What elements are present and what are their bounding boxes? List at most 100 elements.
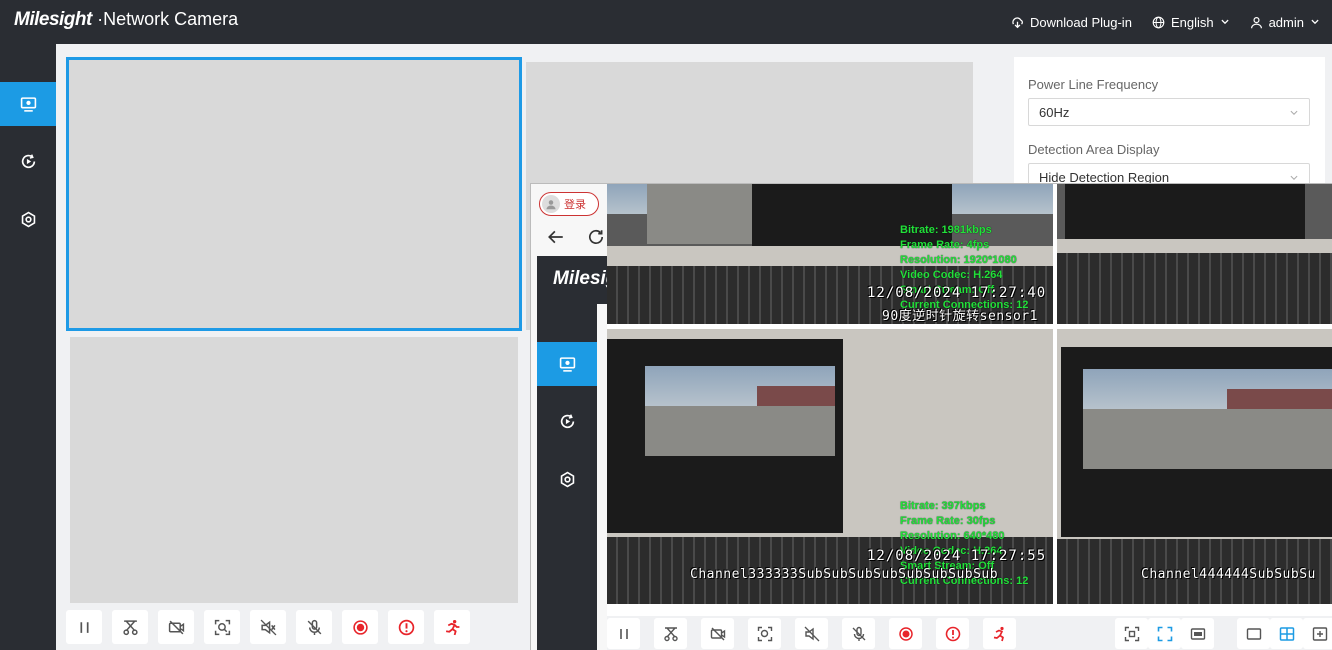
add-window-icon — [1312, 626, 1327, 641]
video-off-icon — [168, 620, 184, 634]
overlay-motion-button[interactable] — [983, 618, 1016, 649]
running-person-icon — [993, 626, 1004, 641]
chevron-down-icon — [1290, 175, 1298, 180]
fullscreen-icon — [1157, 626, 1172, 641]
user-label: admin — [1268, 14, 1304, 30]
sidebar-item-live-view[interactable] — [0, 82, 56, 126]
overlay-display-mode-button[interactable] — [1181, 618, 1214, 649]
camera1-channel-name: 90度逆时针旋转sensor1 — [882, 309, 1038, 324]
running-person-icon — [445, 619, 459, 635]
audio-mute-button[interactable] — [250, 610, 286, 644]
display-mode-icon — [1190, 627, 1205, 640]
chevron-down-icon — [1221, 19, 1229, 25]
motion-button[interactable] — [434, 610, 470, 644]
camera4-channel-name: Channel444444SubSubSu — [1141, 567, 1316, 582]
pause-button[interactable] — [66, 610, 102, 644]
playback-icon — [560, 413, 574, 428]
camera3-channel-name: Channel333333SubSubSubSubSubSubSubSub — [690, 567, 999, 582]
download-plugin-label: Download Plug-in — [1030, 14, 1132, 30]
camera3-timestamp: 12/08/2024 17:27:55 — [867, 548, 1047, 564]
video-tile-1[interactable] — [66, 57, 522, 331]
overlay-live-view-toolbar — [607, 616, 1332, 650]
overlay-quad-view-button[interactable] — [1270, 618, 1303, 649]
live-view-icon — [559, 356, 575, 372]
overlay-single-view-button[interactable] — [1237, 618, 1270, 649]
main-sidebar — [0, 44, 56, 650]
avatar-icon — [542, 195, 560, 213]
record-button[interactable] — [342, 610, 378, 644]
focus-frame-icon — [1124, 626, 1139, 641]
chevron-down-icon — [1311, 19, 1319, 25]
overlay-fullscreen-button[interactable] — [1148, 618, 1181, 649]
camera-feed-1[interactable]: Bitrate: 1981kbps Frame Rate: 4fps Resol… — [607, 184, 1053, 324]
overlay-focus-button[interactable] — [1115, 618, 1148, 649]
single-window-icon — [1246, 627, 1261, 640]
overlay-sidebar-item-live-view[interactable] — [537, 342, 597, 386]
chevron-down-icon — [1290, 110, 1298, 115]
scissors-icon — [663, 626, 678, 641]
overlay-alarm-button[interactable] — [936, 618, 969, 649]
brand: Milesight ·Network Camera — [14, 9, 238, 31]
brand-logo: Milesight — [14, 9, 92, 30]
video-off-icon — [710, 627, 725, 640]
camera-feed-4[interactable]: Channel444444SubSubSu — [1057, 329, 1332, 604]
user-icon — [1250, 16, 1262, 28]
power-line-frequency-select[interactable]: 60Hz — [1028, 98, 1310, 126]
download-plugin-link[interactable]: Download Plug-in — [1011, 15, 1132, 30]
power-line-frequency-value: 60Hz — [1039, 105, 1070, 120]
overlay-add-view-button[interactable] — [1303, 618, 1332, 649]
overlay-snapshot-button[interactable] — [654, 618, 687, 649]
scene-road — [1083, 409, 1332, 469]
scissors-icon — [122, 619, 138, 635]
overlay-sidebar-item-settings[interactable] — [537, 457, 597, 501]
overlay-microphone-button[interactable] — [842, 618, 875, 649]
digital-zoom-button[interactable] — [204, 610, 240, 644]
camera-feed-2[interactable] — [1057, 184, 1332, 324]
speaker-mute-icon — [260, 619, 276, 635]
record-icon — [898, 626, 913, 641]
camera1-video-codec: Video Codec: H.264 — [900, 269, 1003, 281]
microphone-off-icon — [307, 619, 321, 635]
video-tile-3[interactable] — [70, 337, 518, 603]
settings-icon — [21, 211, 35, 227]
zoom-target-icon — [214, 619, 230, 635]
pause-icon — [79, 621, 89, 633]
overlay-sidebar-item-playback[interactable] — [537, 399, 597, 443]
login-button[interactable]: 登录 — [539, 192, 599, 216]
overlay-browser-window: 登录 Milesight Bitrate: 1981kbps Frame Rat… — [530, 183, 1332, 650]
zoom-target-icon — [757, 626, 772, 641]
camera1-bitrate: Bitrate: 1981kbps — [900, 224, 992, 236]
pause-icon — [619, 628, 628, 639]
download-icon — [1012, 16, 1023, 28]
sidebar-item-playback[interactable] — [0, 139, 56, 183]
laptop-keyboard — [1057, 253, 1332, 324]
image-settings-panel: Power Line Frequency 60Hz Detection Area… — [1014, 57, 1325, 197]
alarm-button[interactable] — [388, 610, 424, 644]
globe-icon — [1152, 16, 1165, 28]
overlay-digital-zoom-button[interactable] — [748, 618, 781, 649]
sidebar-item-settings[interactable] — [0, 197, 56, 241]
live-view-toolbar — [56, 610, 470, 650]
overlay-video-off-button[interactable] — [701, 618, 734, 649]
alert-icon — [945, 626, 960, 641]
product-title: ·Network Camera — [97, 9, 239, 29]
top-header: Milesight ·Network Camera Download Plug-… — [0, 0, 1332, 44]
overlay-audio-mute-button[interactable] — [795, 618, 828, 649]
overlay-record-button[interactable] — [889, 618, 922, 649]
video-off-button[interactable] — [158, 610, 194, 644]
camera1-frame-rate: Frame Rate: 4fps — [900, 239, 990, 251]
overlay-pause-button[interactable] — [607, 618, 640, 649]
camera-feed-3[interactable]: Bitrate: 397kbps Frame Rate: 30fps Resol… — [607, 329, 1053, 604]
microphone-button[interactable] — [296, 610, 332, 644]
quad-grid-icon — [1279, 626, 1294, 641]
language-select[interactable]: English — [1152, 15, 1230, 30]
back-arrow-icon[interactable] — [547, 228, 565, 246]
scene-road — [645, 406, 835, 456]
language-label: English — [1170, 14, 1214, 30]
user-menu[interactable]: admin — [1250, 15, 1320, 30]
alert-icon — [398, 619, 414, 635]
record-icon — [352, 619, 368, 635]
reload-icon[interactable] — [587, 228, 605, 246]
live-view-icon — [20, 96, 36, 112]
snapshot-button[interactable] — [112, 610, 148, 644]
